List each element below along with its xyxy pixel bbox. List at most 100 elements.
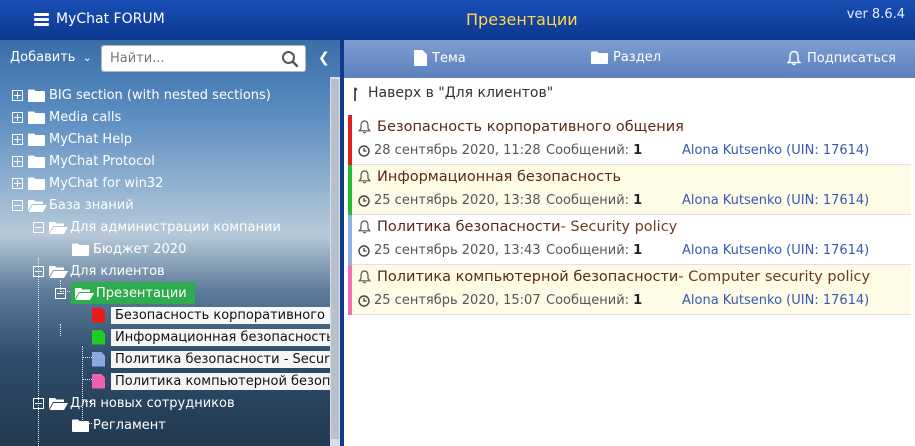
topic-date-text: 25 сентябрь 2020, 13:43 [374, 243, 541, 258]
tree-node-label: MyChat Help [49, 131, 133, 147]
topic-title-link[interactable]: Информационная безопасность [358, 169, 621, 185]
expand-icon[interactable] [12, 89, 23, 101]
topic-row[interactable]: Информационная безопасность 25 сентябрь … [348, 165, 911, 215]
hamburger-menu-icon[interactable] [34, 13, 49, 26]
topic-author-link[interactable]: Alona Kutsenko (UIN: 17614) [682, 143, 869, 158]
message-count-label: Сообщений: [546, 243, 630, 258]
expand-icon[interactable] [12, 177, 23, 189]
tree-node-label: Регламент [93, 417, 166, 433]
new-topic-button[interactable]: Тема [414, 50, 466, 66]
collapse-icon[interactable] [33, 265, 44, 277]
collapse-icon[interactable] [33, 221, 44, 233]
subscribe-button[interactable]: Подписаться [786, 50, 896, 66]
tree-node[interactable]: Бюджет 2020 [72, 238, 186, 260]
tree-node-label: Бюджет 2020 [93, 241, 187, 257]
bell-icon [358, 220, 371, 234]
message-count-label: Сообщений: [546, 143, 630, 158]
folder-open-icon [28, 199, 47, 212]
tree-node[interactable]: Media calls [12, 106, 121, 128]
tree-scrollbar[interactable] [330, 77, 340, 446]
topic-row[interactable]: Политика компьютерной безопасности - Com… [348, 265, 911, 315]
new-topic-label: Тема [432, 50, 466, 66]
clock-icon [358, 294, 370, 307]
up-to-parent-link[interactable]: Наверх в "Для клиентов" [354, 85, 553, 101]
topic-date-text: 28 сентябрь 2020, 11:28 [374, 143, 541, 158]
tree-node[interactable]: MyChat Help [12, 128, 132, 150]
topic-row[interactable]: Политика безопасности - Security policy … [348, 215, 911, 265]
topic-title-link[interactable]: Безопасность корпоративного общения [358, 119, 684, 135]
tree-node-label: Политика безопасности - Security p [111, 350, 330, 368]
tree-node-label: MyChat for win32 [49, 175, 164, 191]
tree-node-topic[interactable]: Информационная безопасность [92, 326, 330, 348]
topic-author-link[interactable]: Alona Kutsenko (UIN: 17614) [682, 243, 869, 258]
tree-node[interactable]: База знаний [12, 194, 134, 216]
tree-node[interactable]: Для администрации компании [33, 216, 281, 238]
add-button[interactable]: Добавить ⌄ [10, 50, 92, 65]
tree-node-label: BIG section (with nested sections) [49, 87, 271, 103]
topic-date: 25 сентябрь 2020, 15:07 [358, 293, 541, 308]
tree-node-label: Media calls [49, 109, 122, 125]
topic-title: Безопасность корпоративного общения [377, 119, 684, 135]
collapse-icon[interactable] [55, 287, 66, 299]
folder-icon [28, 111, 45, 124]
app-title: MyChat FORUM [56, 11, 165, 27]
version-label: ver 8.6.4 [846, 7, 905, 22]
folder-open-icon [49, 265, 68, 278]
new-section-button[interactable]: Раздел [591, 50, 661, 65]
tree-node-topic[interactable]: Безопасность корпоративного общ [92, 304, 330, 326]
search-input[interactable] [110, 46, 280, 70]
document-red-icon [92, 307, 105, 323]
collapse-icon[interactable] [12, 199, 23, 211]
topic-date: 25 сентябрь 2020, 13:43 [358, 243, 541, 258]
tree-node-label: Для новых сотрудников [70, 395, 235, 411]
tree-node[interactable]: MyChat for win32 [12, 172, 163, 194]
topic-list: Безопасность корпоративного общения 28 с… [348, 115, 911, 315]
tree-node[interactable]: Для клиентов [33, 260, 165, 282]
tree-node[interactable]: Регламент [72, 414, 166, 436]
search-box [101, 45, 306, 72]
bell-icon [358, 120, 371, 134]
topic-title-link[interactable]: Политика безопасности - Security policy [358, 219, 677, 235]
page-title: Презентации [466, 10, 578, 29]
topic-row[interactable]: Безопасность корпоративного общения 28 с… [348, 115, 911, 165]
expand-icon[interactable] [12, 155, 23, 167]
collapse-icon[interactable] [33, 397, 44, 409]
forum-tree: BIG section (with nested sections) Media… [0, 84, 330, 446]
expand-icon[interactable] [12, 111, 23, 123]
top-bar: MyChat FORUM Презентации ver 8.6.4 [0, 0, 915, 40]
folder-icon [28, 177, 45, 190]
tree-node-label: MyChat Protocol [49, 153, 155, 169]
folder-open-icon [49, 221, 68, 234]
tree-node[interactable]: Для новых сотрудников [33, 392, 235, 414]
tree-node-label: База знаний [49, 197, 134, 213]
tree-node-label: Безопасность корпоративного общ [111, 306, 330, 324]
expand-icon[interactable] [12, 133, 23, 145]
folder-open-icon [75, 287, 94, 300]
folder-open-icon [49, 397, 68, 410]
collapse-panel-icon[interactable]: ❮ [318, 50, 330, 66]
chevron-down-icon: ⌄ [82, 51, 92, 64]
topic-title-link[interactable]: Политика компьютерной безопасности - Com… [358, 269, 870, 285]
tree-node-selected[interactable]: Презентации [55, 282, 195, 304]
tree-node-label: Для администрации компании [70, 219, 281, 235]
topic-author-link[interactable]: Alona Kutsenko (UIN: 17614) [682, 193, 869, 208]
arrow-up-icon [354, 87, 358, 101]
folder-icon [72, 243, 89, 256]
tree-node[interactable]: BIG section (with nested sections) [12, 84, 271, 106]
tree-node[interactable]: MyChat Protocol [12, 150, 155, 172]
tree-node-topic[interactable]: Политика безопасности - Security p [92, 348, 330, 370]
document-green-icon [92, 329, 105, 345]
search-icon[interactable] [281, 50, 299, 68]
topic-date: 25 сентябрь 2020, 13:38 [358, 193, 541, 208]
folder-icon [28, 155, 45, 168]
scrollbar-thumb[interactable] [331, 79, 339, 439]
tree-node-label: Презентации [96, 285, 187, 301]
topic-author-link[interactable]: Alona Kutsenko (UIN: 17614) [682, 293, 869, 308]
clock-icon [358, 244, 370, 257]
topic-title: Политика безопасности [377, 219, 561, 235]
topic-date: 28 сентябрь 2020, 11:28 [358, 143, 541, 158]
topics-panel: Тема Раздел Подписаться Наверх в "Для кл… [344, 40, 915, 446]
topic-title: Информационная безопасность [377, 169, 622, 185]
tree-node-topic[interactable]: Политика компьютерной безопасн [92, 370, 330, 392]
message-count-value: 1 [633, 243, 643, 258]
